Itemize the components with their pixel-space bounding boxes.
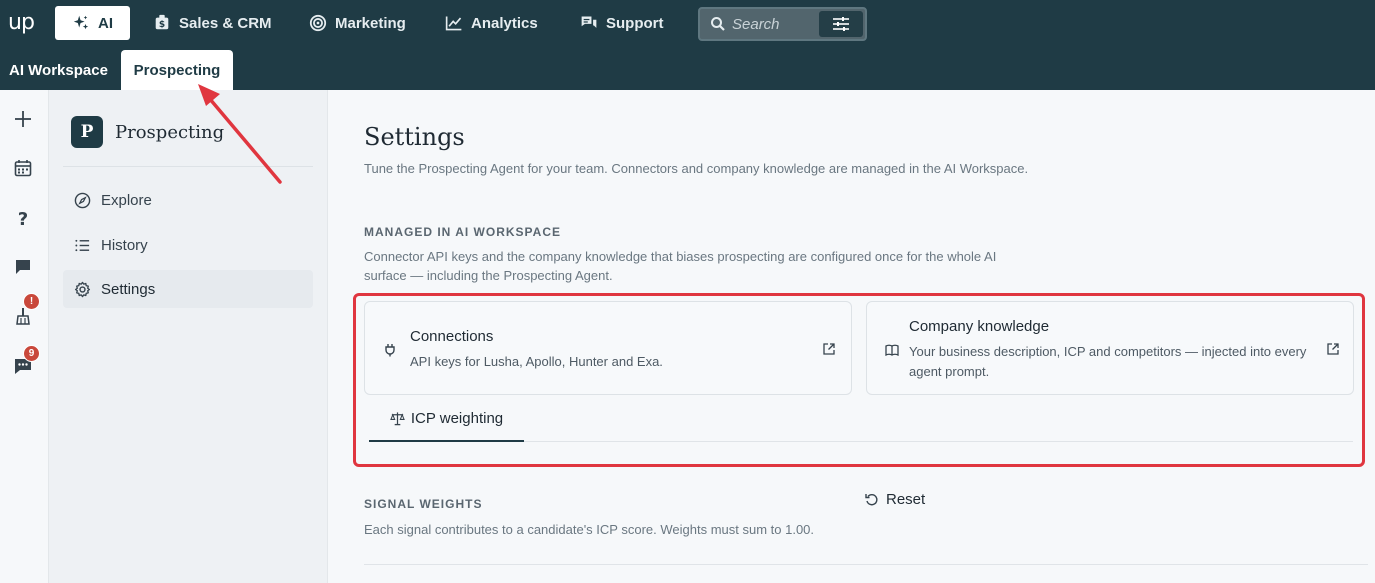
- list-icon: [75, 239, 90, 251]
- managed-section-text-line1: Connector API keys and the company knowl…: [364, 249, 997, 264]
- sidebar-item-settings[interactable]: Settings: [63, 270, 313, 308]
- nav-sales-crm[interactable]: $ Sales & CRM: [143, 6, 282, 40]
- help-button[interactable]: ?: [12, 207, 34, 229]
- subnav-ai-workspace-label: AI Workspace: [9, 61, 108, 79]
- messages-button[interactable]: 9: [12, 345, 40, 377]
- chat-icon: [16, 260, 30, 274]
- search-input[interactable]: [732, 15, 816, 33]
- nav-sales-crm-label: Sales & CRM: [179, 14, 272, 32]
- signal-weights-label: SIGNAL WEIGHTS: [364, 497, 483, 511]
- nav-support[interactable]: Support: [570, 6, 674, 40]
- annotation-arrow: [198, 84, 282, 184]
- question-icon: ?: [18, 209, 28, 228]
- sparkles-icon: [73, 15, 89, 30]
- nav-analytics-label: Analytics: [471, 14, 538, 32]
- annotation-highlight-box: [353, 293, 1365, 467]
- sidebar-item-label: Settings: [101, 280, 156, 298]
- unread-count-badge: 9: [23, 345, 40, 362]
- target-icon: [309, 14, 327, 32]
- sliders-icon: [833, 17, 849, 31]
- nav-marketing-label: Marketing: [335, 14, 406, 32]
- reset-icon: [865, 493, 878, 505]
- reset-button[interactable]: Reset: [865, 491, 925, 508]
- managed-section-text-line2: surface — including the Prospecting Agen…: [364, 268, 613, 283]
- icon-rail: ? ! 9: [0, 90, 49, 583]
- cleanup-button[interactable]: !: [12, 293, 40, 327]
- search-filter-button[interactable]: [819, 11, 863, 37]
- plus-icon: [15, 111, 31, 127]
- sidebar-item-history[interactable]: History: [63, 226, 313, 264]
- gear-icon: [74, 281, 91, 297]
- section-divider: [364, 564, 1368, 565]
- nav-marketing[interactable]: Marketing: [299, 6, 416, 40]
- agent-avatar: P: [71, 116, 103, 148]
- reset-label: Reset: [886, 491, 926, 508]
- app-logo[interactable]: up: [8, 10, 35, 35]
- search-box[interactable]: [698, 7, 867, 41]
- nav-support-label: Support: [606, 14, 664, 32]
- svg-text:?: ?: [18, 209, 28, 228]
- sidebar-item-label: Explore: [101, 191, 152, 209]
- page-description: Tune the Prospecting Agent for your team…: [364, 161, 1029, 176]
- calendar-button[interactable]: [12, 157, 34, 179]
- top-navigation-bar: up AI $ Sales & CRM Marketing Analytics …: [0, 0, 1375, 90]
- chat-button[interactable]: [12, 256, 34, 278]
- money-bag-icon: $: [155, 14, 169, 30]
- sidebar-item-label: History: [101, 236, 148, 254]
- search-icon: [711, 17, 725, 31]
- managed-section-label: MANAGED IN AI WORKSPACE: [364, 225, 561, 239]
- settings-page: Settings Tune the Prospecting Agent for …: [328, 90, 1375, 583]
- compass-icon: [74, 192, 91, 208]
- alert-badge: !: [23, 293, 40, 310]
- chart-line-icon: [445, 16, 462, 31]
- subnav-prospecting-label: Prospecting: [133, 61, 221, 79]
- nav-ai-label: AI: [98, 14, 113, 32]
- new-button[interactable]: [12, 108, 34, 130]
- svg-text:$: $: [159, 20, 165, 30]
- signal-weights-text: Each signal contributes to a candidate's…: [364, 522, 815, 537]
- calendar-icon: [14, 160, 32, 177]
- page-title: Settings: [364, 123, 465, 151]
- nav-analytics[interactable]: Analytics: [435, 6, 548, 40]
- subnav-ai-workspace[interactable]: AI Workspace: [0, 50, 121, 90]
- chat-bubbles-icon: [581, 16, 597, 28]
- nav-ai[interactable]: AI: [55, 6, 130, 40]
